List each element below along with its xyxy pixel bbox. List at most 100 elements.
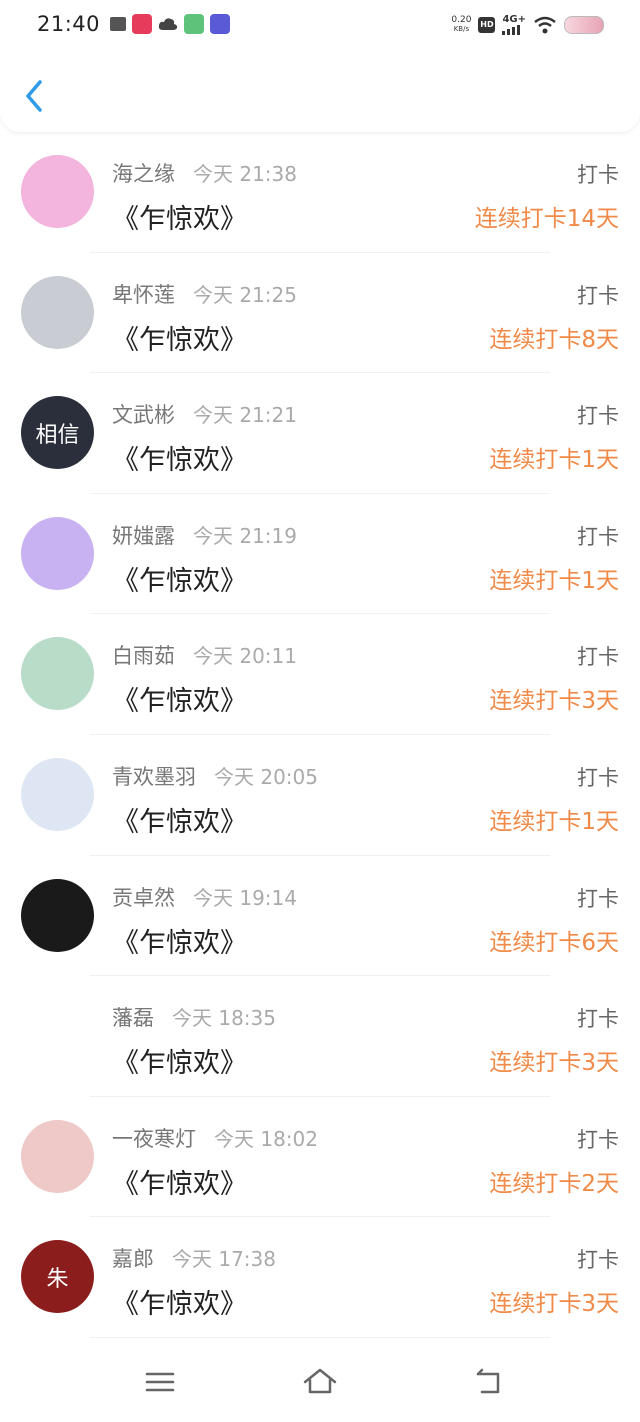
list-item[interactable]: 白雨茹 今天 20:11 《乍惊欢》 打卡 连续打卡3天 <box>0 614 640 735</box>
checkin-time: 今天 20:11 <box>193 644 297 669</box>
streak-label: 连续打卡3天 <box>489 1291 619 1318</box>
app-badge-icon <box>132 14 152 34</box>
streak-label: 连续打卡1天 <box>489 447 619 474</box>
checkin-action-label: 打卡 <box>577 886 619 911</box>
checkin-time: 今天 21:38 <box>193 162 297 186</box>
checkin-time: 今天 21:19 <box>193 523 297 548</box>
avatar[interactable] <box>21 155 94 228</box>
book-title[interactable]: 《乍惊欢》 <box>112 1282 247 1321</box>
checkin-action-label: 打卡 <box>577 524 619 549</box>
hd-badge: HD <box>478 16 496 33</box>
list-item[interactable]: 贡卓然 今天 19:14 《乍惊欢》 打卡 连续打卡6天 <box>0 856 640 977</box>
user-name[interactable]: 海之缘 <box>112 162 175 186</box>
user-name[interactable]: 文武彬 <box>112 403 175 427</box>
status-right-icons: 0.20 KB/s HD 4G+ <box>451 14 604 35</box>
user-name-line: 文武彬 今天 21:21 <box>112 399 297 429</box>
list-item[interactable]: 妍媸露 今天 21:19 《乍惊欢》 打卡连续打卡1天 <box>0 494 640 615</box>
streak-label: 连续打卡2天 <box>489 1170 619 1197</box>
checkin-time: 今天 18:02 <box>214 1126 318 1151</box>
wifi-icon <box>534 16 556 33</box>
book-title[interactable]: 《乍惊欢》 <box>112 1041 247 1080</box>
user-name[interactable]: 卑怀莲 <box>112 283 175 307</box>
book-title[interactable]: 《乍惊欢》 <box>112 438 247 477</box>
checkin-time: 今天 17:38 <box>172 1247 276 1272</box>
list-item[interactable]: 卑怀莲 今天 21:25 《乍惊欢》 打卡 连续打卡8天 <box>0 253 640 374</box>
avatar[interactable]: 相信 <box>21 396 94 470</box>
user-name-line: 白雨茹 今天 20:11 <box>112 640 297 670</box>
avatar[interactable] <box>21 637 94 711</box>
user-name-line: 藩磊 今天 18:35 <box>112 1002 276 1032</box>
avatar[interactable] <box>21 1119 94 1193</box>
avatar[interactable] <box>21 757 94 831</box>
menu-icon[interactable] <box>142 1366 178 1398</box>
streak-label: 连续打卡3天 <box>489 1050 619 1077</box>
checkin-list: 海之缘 今天 21:38 《乍惊欢》 打卡 连续打卡14天 卑怀莲 今天 21:25 《乍惊欢… <box>0 132 640 1338</box>
back-icon[interactable] <box>470 1366 506 1398</box>
user-name[interactable]: 白雨茹 <box>112 644 175 668</box>
checkin-time: 今天 20:05 <box>214 764 318 789</box>
list-item[interactable]: 藩磊 今天 18:35 《乍惊欢》 打卡连续打卡3天 <box>0 976 640 1097</box>
book-title[interactable]: 《乍惊欢》 <box>112 197 247 236</box>
home-icon[interactable] <box>302 1366 338 1398</box>
streak-label: 连续打卡14天 <box>474 206 619 232</box>
avatar[interactable] <box>21 999 94 1072</box>
checkin-time: 今天 21:25 <box>193 282 297 307</box>
user-name-line: 妍媸露 今天 21:19 <box>112 520 297 550</box>
checkin-action-label: 打卡 <box>577 1248 619 1273</box>
book-title[interactable]: 《乍惊欢》 <box>112 800 247 839</box>
book-title[interactable]: 《乍惊欢》 <box>112 318 247 357</box>
app-icon-2 <box>210 14 230 34</box>
book-title[interactable]: 《乍惊欢》 <box>112 1162 247 1201</box>
user-name-line: 海之缘 今天 21:38 <box>112 158 297 188</box>
app-icon <box>184 14 204 34</box>
user-name-line: 卑怀莲 今天 21:25 <box>112 279 297 309</box>
net-speed: 0.20 KB/s <box>451 14 472 34</box>
cloud-icon <box>158 14 178 34</box>
user-name-line: 一夜寒灯 今天 18:02 <box>112 1123 318 1153</box>
avatar-text: 相信 <box>35 422 80 448</box>
book-title[interactable]: 《乍惊欢》 <box>112 559 247 598</box>
page-header <box>0 52 640 132</box>
user-name[interactable]: 贡卓然 <box>112 886 175 910</box>
book-title[interactable]: 《乍惊欢》 <box>112 679 247 718</box>
streak-label: 连续打卡6天 <box>489 929 619 956</box>
divider <box>90 1336 550 1338</box>
network-label: 4G+ <box>502 14 526 25</box>
signal-icon: 4G+ <box>502 14 526 35</box>
chevron-left-icon[interactable] <box>20 78 50 114</box>
system-nav-bar <box>0 1350 640 1422</box>
streak-label: 连续打卡3天 <box>489 688 619 715</box>
book-title[interactable]: 《乍惊欢》 <box>112 921 247 960</box>
list-item[interactable]: 青欢墨羽 今天 20:05 《乍惊欢》 打卡连续打卡1天 <box>0 735 640 856</box>
list-item[interactable]: 海之缘 今天 21:38 《乍惊欢》 打卡连续打卡14天 <box>0 132 640 253</box>
checkin-action-label: 打卡 <box>577 404 619 429</box>
streak-label: 连续打卡1天 <box>489 808 619 835</box>
net-speed-value: 0.20 <box>451 14 472 25</box>
avatar[interactable] <box>21 516 94 590</box>
user-name[interactable]: 妍媸露 <box>112 524 175 548</box>
list-item[interactable]: 相信 文武彬 今天 21:21 《乍惊欢》 打卡连续打卡1天 <box>0 373 640 494</box>
user-name[interactable]: 青欢墨羽 <box>112 765 196 789</box>
checkin-action-label: 打卡 <box>577 1007 619 1032</box>
list-item[interactable]: 一夜寒灯 今天 18:02 《乍惊欢》 打卡 连续打卡2天 <box>0 1097 640 1218</box>
checkin-time: 今天 21:21 <box>193 403 297 428</box>
net-speed-unit: KB/s <box>453 24 470 33</box>
avatar-text: 朱 <box>46 1266 69 1292</box>
user-name[interactable]: 一夜寒灯 <box>112 1127 196 1151</box>
status-left-icons <box>110 14 230 34</box>
status-bar: 21:40 0.20 KB/s HD 4G+ <box>0 0 640 52</box>
status-time: 21:40 <box>37 12 101 36</box>
avatar[interactable] <box>21 275 94 349</box>
streak-label: 连续打卡8天 <box>489 326 619 353</box>
avatar[interactable] <box>21 878 94 952</box>
list-item[interactable]: 朱 嘉郎 今天 17:38 《乍惊欢》 打卡连续打卡3天 <box>0 1217 640 1338</box>
sim-icon <box>110 17 126 31</box>
user-name[interactable]: 嘉郎 <box>112 1247 154 1271</box>
streak-label: 连续打卡1天 <box>489 567 619 594</box>
battery-icon <box>564 15 604 34</box>
user-name[interactable]: 藩磊 <box>112 1006 154 1030</box>
checkin-action-label: 打卡 <box>577 163 619 187</box>
checkin-time: 今天 18:35 <box>172 1006 276 1031</box>
checkin-action-label: 打卡 <box>577 765 619 790</box>
avatar[interactable]: 朱 <box>21 1240 94 1314</box>
